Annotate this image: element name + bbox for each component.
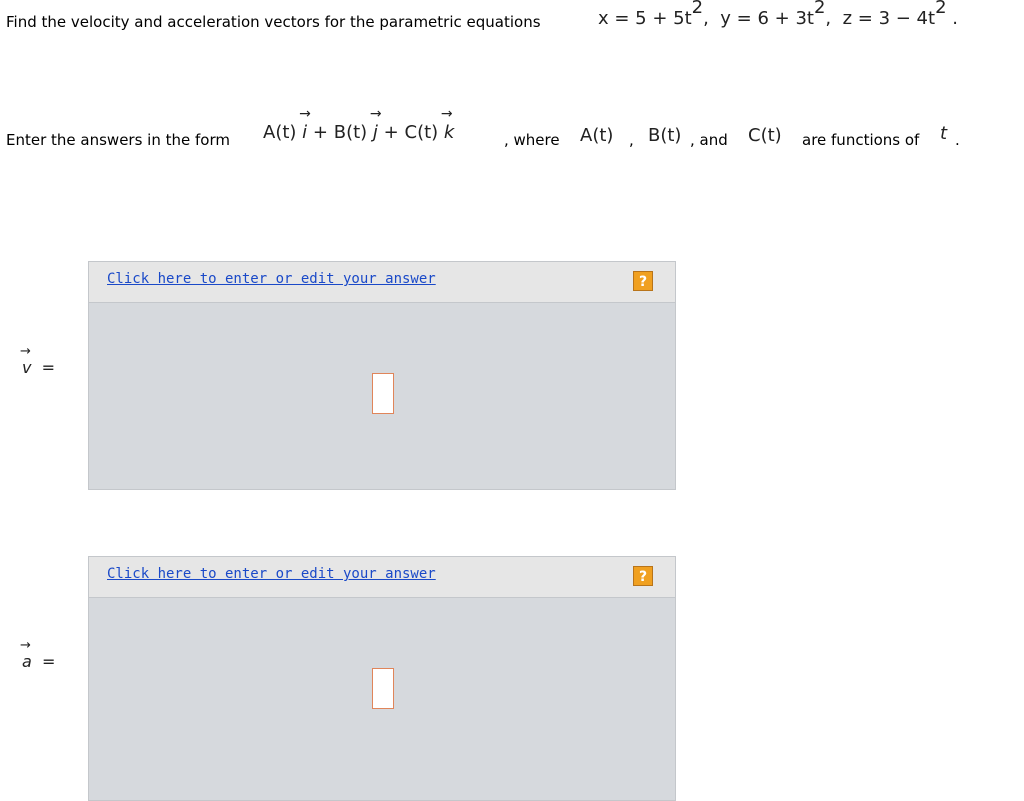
instructions-where: , where	[504, 131, 560, 149]
problem-intro: Find the velocity and acceleration vecto…	[6, 13, 541, 31]
acceleration-answer-header: Click here to enter or edit your answer …	[89, 557, 675, 598]
plus-sign: +	[312, 122, 328, 143]
velocity-answer-box[interactable]: Click here to enter or edit your answer …	[88, 261, 676, 490]
acceleration-edit-answer-link[interactable]: Click here to enter or edit your answer	[107, 566, 436, 582]
acceleration-help-button[interactable]: ?	[633, 566, 653, 586]
equation-y: y = 6 + 3t	[720, 8, 814, 29]
component-b: B(t)	[333, 122, 368, 143]
velocity-help-button[interactable]: ?	[633, 271, 653, 291]
component-c: C(t)	[404, 122, 439, 143]
arrow-icon: →	[20, 344, 31, 359]
vector-form: A(t) → i + B(t) → j + C(t) → k	[263, 106, 455, 143]
parametric-equations: x = 5 + 5t2, y = 6 + 3t2, z = 3 − 4t2 .	[598, 0, 958, 29]
equation-x: x = 5 + 5t	[598, 8, 692, 29]
instructions-and: , and	[690, 131, 728, 149]
equation-x-exponent: 2	[691, 0, 704, 18]
acceleration-answer-box[interactable]: Click here to enter or edit your answer …	[88, 556, 676, 801]
equation-z: z = 3 − 4t	[842, 8, 936, 29]
instructions-period: .	[955, 131, 960, 149]
variable-t: t	[940, 123, 948, 144]
velocity-answer-slot[interactable]	[372, 373, 394, 414]
velocity-edit-answer-link[interactable]: Click here to enter or edit your answer	[107, 271, 436, 287]
component-a: A(t)	[263, 122, 297, 143]
instructions: Enter the answers in the form	[6, 131, 230, 149]
velocity-label: → v =	[20, 344, 56, 377]
unit-vector-i: → i	[299, 106, 311, 143]
plus-sign: +	[383, 122, 399, 143]
velocity-answer-header: Click here to enter or edit your answer …	[89, 262, 675, 303]
acceleration-answer-slot[interactable]	[372, 668, 394, 709]
velocity-equals: =	[41, 358, 56, 377]
unit-vector-k: → k	[440, 106, 455, 143]
equation-z-exponent: 2	[935, 0, 947, 18]
equation-y-exponent: 2	[813, 0, 826, 18]
acceleration-symbol: → a	[20, 638, 32, 671]
arrow-icon: →	[369, 106, 382, 122]
comma-separator: ,	[629, 131, 634, 149]
instructions-suffix: are functions of	[802, 131, 920, 149]
instructions-prefix: Enter the answers in the form	[6, 131, 230, 149]
velocity-symbol: → v	[20, 344, 32, 377]
arrow-icon: →	[20, 638, 31, 653]
function-a-label: A(t)	[580, 125, 614, 146]
acceleration-label: → a =	[20, 638, 56, 671]
problem-statement: Find the velocity and acceleration vecto…	[6, 13, 541, 31]
acceleration-equals: =	[41, 652, 56, 671]
unit-vector-j: → j	[369, 106, 382, 143]
equation-end: .	[952, 8, 958, 29]
function-b-label: B(t)	[648, 125, 682, 146]
arrow-icon: →	[299, 106, 311, 122]
function-c-label: C(t)	[748, 125, 782, 146]
arrow-icon: →	[440, 106, 453, 122]
